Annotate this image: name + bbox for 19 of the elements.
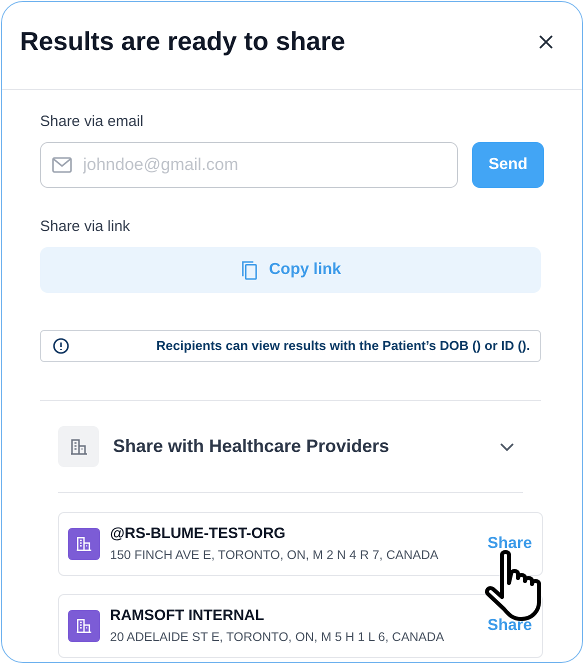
building-icon [68,528,100,560]
field-label: Share via link [40,216,132,236]
provider-name: @RS-BLUME-TEST-ORG [110,524,286,543]
building-icon [68,610,100,642]
copy-link-button[interactable]: Copy link [40,247,541,293]
field-label: Share via email [40,112,144,132]
section-title: Share with Healthcare Providers [113,435,390,458]
share-button[interactable]: Share [488,614,532,638]
dialog-title: Results are ready to share [20,25,346,58]
share-button[interactable]: Share [488,532,532,556]
provider-address: 150 FINCH AVE E, TORONTO, ON, M 2 N 4 R 7, CANADA [110,546,440,564]
provider-name: RAMSOFT INTERNAL [110,606,266,625]
provider-address: 20 ADELAIDE ST E, TORONTO, ON, M 5 H 1 L 6, CANADA [110,628,446,646]
send-button[interactable]: Send [472,142,544,188]
copy-icon [240,260,259,280]
building-icon [58,426,99,467]
mail-icon [52,156,72,172]
info-icon [53,338,69,354]
notice-text: Recipients can view results with the Patient’s DOB () or ID (). [156,337,530,356]
